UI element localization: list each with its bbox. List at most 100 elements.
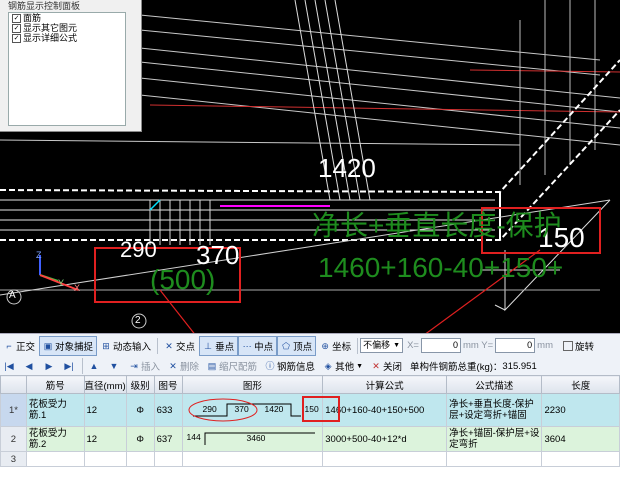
info-icon: ⓘ xyxy=(265,361,275,371)
empty-cell[interactable] xyxy=(125,451,155,467)
insert-icon: ⇥ xyxy=(130,361,138,371)
figure-no-cell[interactable]: 637 xyxy=(153,426,183,452)
move-up-button[interactable]: ▲ xyxy=(85,356,105,376)
last-icon: ▶| xyxy=(64,361,74,371)
chevron-down-icon: ▼ xyxy=(393,342,401,349)
grade-cell[interactable]: Φ xyxy=(125,393,155,427)
dynamic-input-icon: ⊞ xyxy=(102,340,110,351)
empty-cell[interactable] xyxy=(153,451,183,467)
vertex-snap-button[interactable]: ⬠ 顶点 xyxy=(277,335,317,356)
grade-cell[interactable]: Φ xyxy=(125,426,155,452)
checkbox-checked-icon[interactable]: ✓ xyxy=(12,33,21,43)
empty-cell[interactable] xyxy=(541,451,620,467)
coordinate-snap-button[interactable]: ⊕ 坐标 xyxy=(316,336,355,356)
option-show-formula[interactable]: ✓ 显示详细公式 xyxy=(9,33,125,43)
formula-cell[interactable]: 3000+500-40+12*d xyxy=(322,426,448,452)
other-menu-button[interactable]: ◈ 其他 ▼ xyxy=(319,356,367,376)
prev-icon: ◀ xyxy=(25,361,33,371)
header-length[interactable]: 长度 xyxy=(541,375,620,394)
checkbox-icon[interactable] xyxy=(562,340,573,351)
first-record-button[interactable]: |◀ xyxy=(0,356,20,376)
object-snap-button[interactable]: ▣ 对象捕捉 xyxy=(39,335,98,356)
move-down-button[interactable]: ▼ xyxy=(105,356,125,376)
diameter-cell[interactable]: 12 xyxy=(83,426,127,452)
3d-rebar-viewport[interactable]: 钢筋显示控制面板 ✓ 面筋 ✓ 显示其它图元 ✓ 显示详细公式 1420 290 37… xyxy=(0,0,620,333)
header-figure-no[interactable]: 图号 xyxy=(153,375,183,394)
prev-record-button[interactable]: ◀ xyxy=(20,356,40,376)
x-label: X= xyxy=(407,340,419,351)
midpoint-icon: ⋯ xyxy=(242,340,252,351)
empty-cell[interactable] xyxy=(181,451,324,467)
empty-cell[interactable] xyxy=(446,451,543,467)
separator xyxy=(157,337,159,354)
header-formula[interactable]: 计算公式 xyxy=(322,375,448,394)
close-button[interactable]: ✕ 关闭 xyxy=(367,356,406,376)
option-show-other[interactable]: ✓ 显示其它图元 xyxy=(9,23,125,33)
vertex-icon: ⬠ xyxy=(282,340,290,351)
panel-title: 钢筋显示控制面板 xyxy=(8,1,81,11)
row-number[interactable]: 3 xyxy=(0,451,27,467)
axis-x-label: X xyxy=(74,283,81,293)
offset-select[interactable]: 不偏移 ▼ xyxy=(360,338,404,353)
table-row[interactable]: 3 xyxy=(0,451,620,467)
insert-button[interactable]: ⇥ 插入 xyxy=(125,356,164,376)
arrow-up-icon: ▲ xyxy=(89,361,99,371)
row-number[interactable]: 1* xyxy=(0,393,27,427)
x-input[interactable]: 0 xyxy=(420,338,461,353)
next-record-button[interactable]: ▶ xyxy=(40,356,60,376)
header-grade[interactable]: 级别 xyxy=(125,375,155,394)
dynamic-input-button[interactable]: ⊞ 动态输入 xyxy=(97,336,155,356)
shape-cell[interactable]: 290 370 1420 150 xyxy=(181,393,324,427)
bar-name-cell[interactable]: 花板受力筋.2 xyxy=(25,426,85,452)
delete-button[interactable]: ✕ 删除 xyxy=(164,356,203,376)
formula-cell[interactable]: 1460+160-40+150+500 xyxy=(322,393,448,427)
table-row[interactable]: 2 花板受力筋.2 12 Φ 637 144 3460 3000+500-40+… xyxy=(0,426,620,452)
perpendicular-snap-button[interactable]: ⊥ 垂点 xyxy=(199,335,239,356)
header-diameter[interactable]: 直径(mm) xyxy=(83,375,127,394)
formula-desc-cell[interactable]: 净长+垂直长度-保护层+设定弯折+锚固 xyxy=(446,393,543,427)
header-formula-desc[interactable]: 公式描述 xyxy=(446,375,543,394)
y-input[interactable]: 0 xyxy=(495,338,536,353)
separator xyxy=(357,337,359,354)
shape-cell[interactable]: 144 3460 xyxy=(181,426,324,452)
header-bar-no[interactable]: 筋号 xyxy=(25,375,85,394)
overlay-formula-desc: 净长+垂直长度-保护 xyxy=(312,210,562,241)
header-shape[interactable]: 图形 xyxy=(181,375,324,394)
next-icon: ▶ xyxy=(45,361,53,371)
table-row[interactable]: 1* 花板受力筋.1 12 Φ 633 290 370 1420 150 146… xyxy=(0,393,620,427)
arrow-down-icon: ▼ xyxy=(109,361,119,371)
rebar-info-button[interactable]: ⓘ 钢筋信息 xyxy=(261,356,319,376)
option-face-rebar[interactable]: ✓ 面筋 xyxy=(9,13,125,23)
axis-z-label: Z xyxy=(36,250,42,260)
figure-no-cell[interactable]: 633 xyxy=(153,393,183,427)
ortho-button[interactable]: ⌐ 正交 xyxy=(0,336,39,356)
rotate-checkbox[interactable]: 旋转 xyxy=(559,336,598,356)
rebar-table: 筋号 直径(mm) 级别 图号 图形 计算公式 公式描述 长度 1* 花板受力筋… xyxy=(0,375,620,494)
checkbox-checked-icon[interactable]: ✓ xyxy=(12,13,21,23)
empty-cell[interactable] xyxy=(25,451,85,467)
axis-y-label: Y xyxy=(58,278,65,288)
formula-desc-cell[interactable]: 净长+锚固-保护层+设定弯折 xyxy=(446,426,543,452)
rebar-table-toolbar: |◀ ◀ ▶ ▶| ▲ ▼ ⇥ 插入 ✕ 删除 ▤ 缩尺配筋 ⓘ 钢筋信息 ◈ 其他 ▼ ✕… xyxy=(0,357,620,376)
first-icon: |◀ xyxy=(4,361,14,371)
snap-icon: ▣ xyxy=(43,340,53,351)
header-row-number xyxy=(0,375,27,394)
delete-icon: ✕ xyxy=(169,361,177,371)
axis-label-a: A xyxy=(9,290,16,301)
midpoint-snap-button[interactable]: ⋯ 中点 xyxy=(238,335,278,356)
chevron-down-icon: ▼ xyxy=(356,362,364,370)
scale-rebar-button[interactable]: ▤ 缩尺配筋 xyxy=(203,356,261,376)
row-number[interactable]: 2 xyxy=(0,426,27,452)
diameter-cell[interactable]: 12 xyxy=(83,393,127,427)
length-cell[interactable]: 3604 xyxy=(541,426,620,452)
intersection-snap-button[interactable]: ✕ 交点 xyxy=(160,336,199,356)
last-record-button[interactable]: ▶| xyxy=(60,356,80,376)
empty-cell[interactable] xyxy=(322,451,448,467)
empty-cell[interactable] xyxy=(83,451,127,467)
checkbox-checked-icon[interactable]: ✓ xyxy=(12,23,21,33)
dim-290: 290 xyxy=(120,237,157,262)
bar-name-cell[interactable]: 花板受力筋.1 xyxy=(25,393,85,427)
length-cell[interactable]: 2230 xyxy=(541,393,620,427)
overlay-formula: 1460+160-40+150+ xyxy=(318,252,564,283)
dim-500: (500) xyxy=(150,264,216,295)
